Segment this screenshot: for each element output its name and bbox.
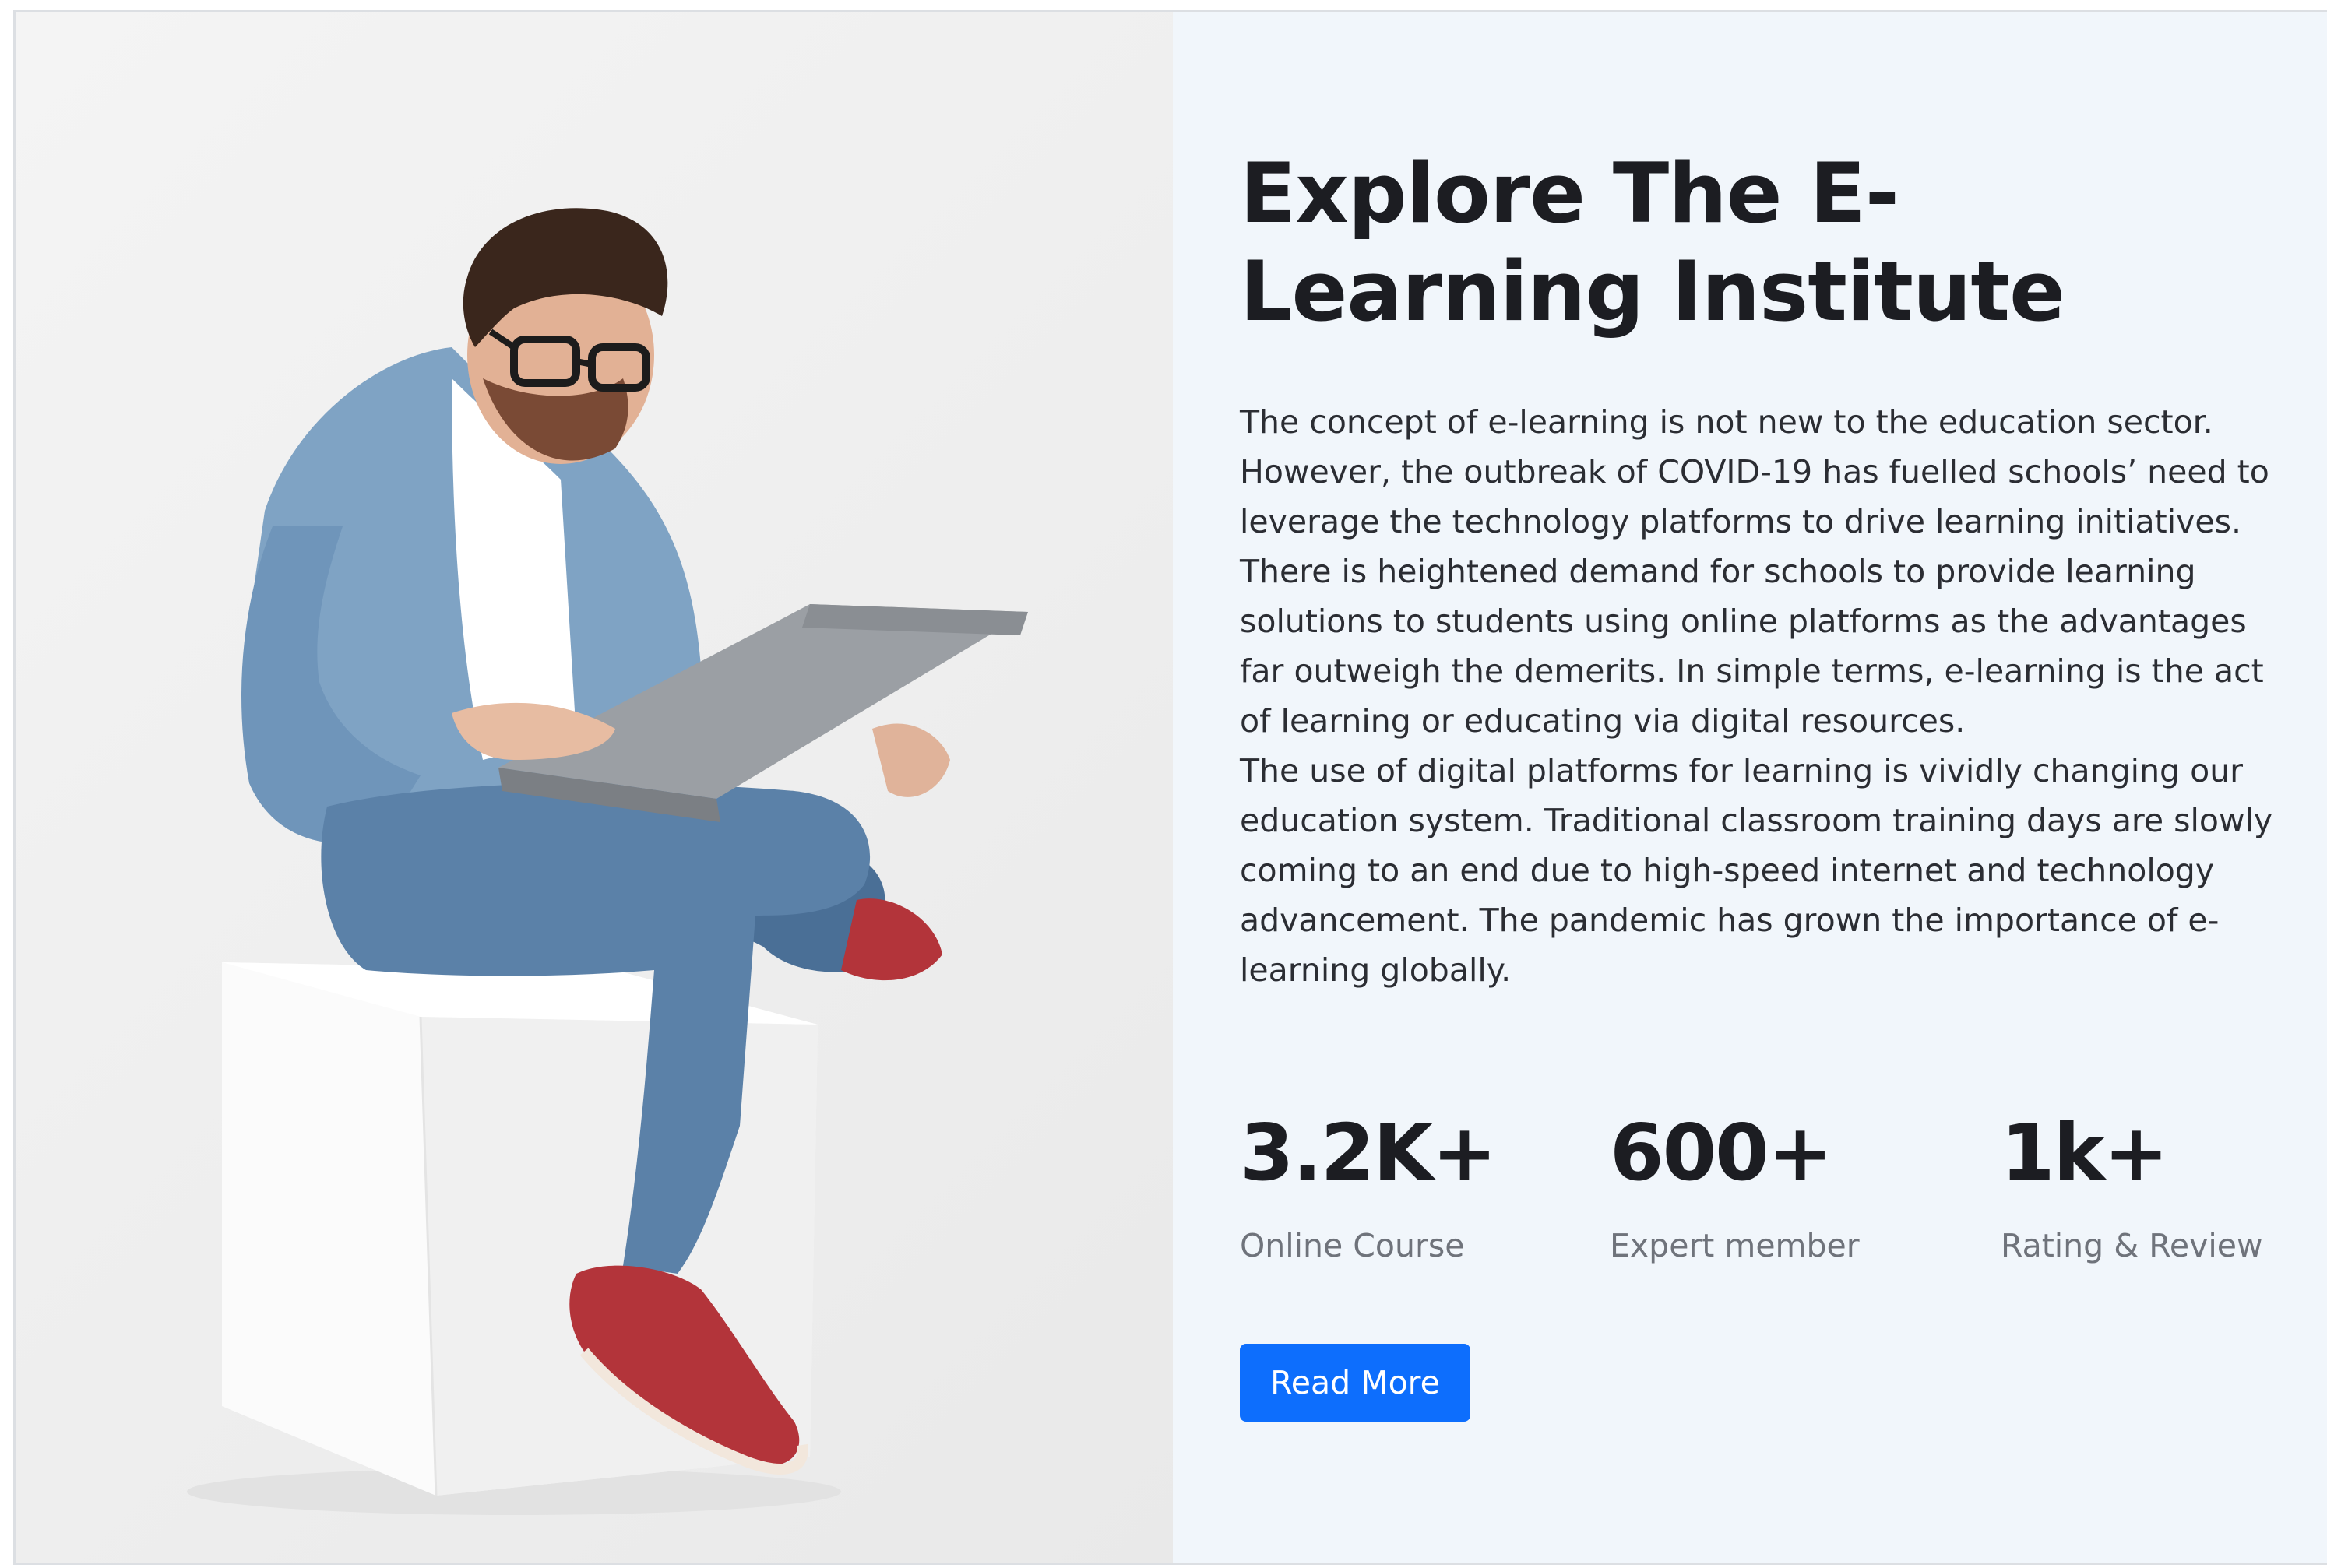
read-more-button[interactable]: Read More — [1240, 1344, 1470, 1422]
hero-photo — [16, 12, 1173, 1563]
about-content: Explore The E-Learning Institute The con… — [1173, 12, 2327, 1563]
stat-expert-member: 600+ Expert member — [1610, 1102, 1860, 1267]
description: The concept of e-learning is not new to … — [1240, 397, 2283, 995]
section-heading: Explore The E-Learning Institute — [1240, 146, 2065, 339]
stat-value: 3.2K+ — [1240, 1107, 1497, 1198]
stat-rating-review: 1k+ Rating & Review — [2001, 1102, 2263, 1267]
stat-label: Expert member — [1610, 1227, 1860, 1264]
student-with-laptop-illustration — [187, 208, 1028, 1515]
description-paragraph: The use of digital platforms for learnin… — [1240, 752, 2273, 989]
stat-label: Online Course — [1240, 1227, 1465, 1264]
stat-label: Rating & Review — [2001, 1227, 2263, 1264]
description-paragraph: The concept of e-learning is not new to … — [1240, 403, 2269, 740]
stat-online-course: 3.2K+ Online Course — [1240, 1102, 1497, 1267]
stats-row: 3.2K+ Online Course 600+ Expert member 1… — [1240, 1102, 2283, 1281]
stat-value: 1k+ — [2001, 1107, 2169, 1198]
about-section-card: Explore The E-Learning Institute The con… — [13, 10, 2327, 1565]
stat-value: 600+ — [1610, 1107, 1833, 1198]
